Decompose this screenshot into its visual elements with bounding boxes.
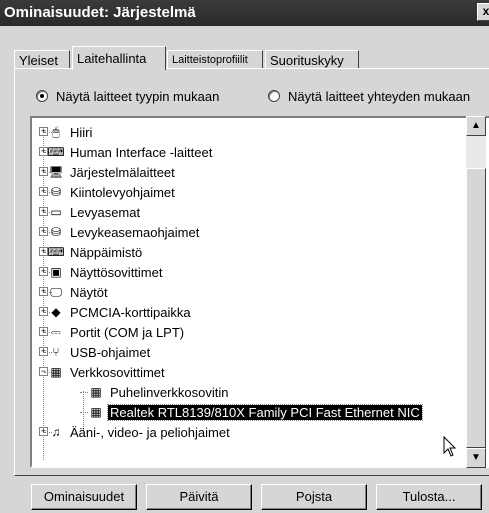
mouse-pointer-icon — [443, 436, 457, 457]
remove-button[interactable]: Pojsta — [261, 484, 367, 510]
tab-performance[interactable]: Suorituskyky — [265, 50, 359, 69]
tree-child-item[interactable]: ▦ Puhelinverkkosovitin — [80, 382, 231, 402]
tree-connector-branch — [44, 332, 52, 333]
tree-connector-branch — [44, 152, 52, 153]
tree-item-label: Levykeasemaohjaimet — [70, 224, 200, 240]
tree-connector-branch — [44, 212, 52, 213]
tree-item-label: Kiintolevyohjaimet — [70, 184, 175, 200]
tree-connector-branch — [80, 392, 88, 393]
tree-item-label: Human Interface -laitteet — [70, 144, 213, 160]
tree-item-label: Realtek RTL8139/810X Family PCI Fast Eth… — [107, 403, 423, 421]
tree-child-item[interactable]: ▦ Realtek RTL8139/810X Family PCI Fast Et… — [80, 402, 423, 422]
tree-category-item[interactable]: + 🖵 Näytöt — [39, 282, 110, 302]
radio-by-connection[interactable] — [268, 90, 280, 102]
tree-category-item[interactable]: − ▦ Verkkosovittimet — [39, 362, 167, 382]
window-title: Ominaisuudet: Järjestelmä — [4, 4, 196, 21]
tree-connector-branch — [44, 312, 52, 313]
tree-connector-branch — [44, 172, 52, 173]
tree-item-label: Hiiri — [70, 124, 93, 140]
tree-category-item[interactable]: + ▣ Näyttösovittimet — [39, 262, 164, 282]
tree-category-item[interactable]: + ◆ PCMCIA-korttipaikka — [39, 302, 193, 322]
tree-connector-branch — [44, 372, 52, 373]
tree-connector-branch — [44, 352, 52, 353]
scroll-down-button[interactable]: ▼ — [466, 448, 486, 468]
tree-connector-branch — [44, 292, 52, 293]
tree-item-label: PCMCIA-korttipaikka — [70, 304, 191, 320]
device-tree[interactable]: + 🖱 Hiiri + ⌨ Human Interface -laitteet + 🖥 Järj… — [30, 116, 489, 468]
tab-general[interactable]: Yleiset — [14, 50, 70, 69]
tree-category-item[interactable]: + ⛁ Kiintolevyohjaimet — [39, 182, 177, 202]
tree-category-item[interactable]: + ⌨ Näppäimistö — [39, 242, 144, 262]
tree-category-item[interactable]: + ♫ Ääni-, video- ja peliohjaimet — [39, 422, 232, 442]
tree-item-label: Ääni-, video- ja peliohjaimet — [70, 424, 230, 440]
close-button[interactable]: x — [477, 3, 489, 21]
tree-category-item[interactable]: + 🖱 Hiiri — [39, 122, 94, 142]
tree-connector-branch — [44, 252, 52, 253]
tree-item-label: Näyttösovittimet — [70, 264, 163, 280]
title-bar: Ominaisuudet: Järjestelmä x — [0, 0, 489, 26]
tree-category-item[interactable]: + ▭ Levyasemat — [39, 202, 142, 222]
tree-category-item[interactable]: + ⛁ Levykeasemaohjaimet — [39, 222, 201, 242]
view-by-type-label: Näytä laitteet tyypin mukaan — [56, 88, 220, 104]
tree-connector-branch — [80, 412, 88, 413]
tree-connector-branch — [44, 192, 52, 193]
view-by-connection-label: Näytä laitteet yhteyden mukaan — [288, 88, 471, 104]
network-adapter-icon: ▦ — [90, 405, 102, 419]
tree-item-label: Näytöt — [70, 284, 108, 300]
tree-connector-branch — [44, 432, 52, 433]
tree-category-item[interactable]: + ⌨ Human Interface -laitteet — [39, 142, 214, 162]
tree-item-label: Näppäimistö — [70, 244, 143, 260]
tree-category-item[interactable]: + 🖥 Järjestelmälaitteet — [39, 162, 177, 182]
tree-item-label: Levyasemat — [70, 204, 141, 220]
network-adapter-icon: ▦ — [90, 385, 102, 399]
tab-device-manager[interactable]: Laitehallinta — [72, 46, 166, 70]
tree-connector-branch — [44, 272, 52, 273]
tree-item-label: Verkkosovittimet — [70, 364, 165, 380]
tree-connector-branch — [44, 132, 52, 133]
scroll-up-button[interactable]: ▲ — [466, 116, 486, 136]
tree-category-item[interactable]: + ⎓ Portit (COM ja LPT) — [39, 322, 186, 342]
tree-item-label: Järjestelmälaitteet — [70, 164, 175, 180]
refresh-button[interactable]: Päivitä — [146, 484, 252, 510]
tree-item-label: USB-ohjaimet — [70, 344, 151, 360]
tree-item-label: Puhelinverkkosovitin — [110, 384, 229, 400]
view-by-type-option[interactable]: Näytä laitteet tyypin mukaan — [36, 87, 219, 105]
tree-item-label: Portit (COM ja LPT) — [70, 324, 185, 340]
tree-connector-branch — [44, 232, 52, 233]
scroll-thumb[interactable] — [466, 168, 486, 448]
view-by-connection-option[interactable]: Näytä laitteet yhteyden mukaan — [268, 87, 470, 105]
tab-hardware-profiles[interactable]: Laitteistoprofiilit — [167, 50, 263, 69]
vertical-scrollbar[interactable]: ▲ ▼ — [466, 116, 486, 468]
properties-button[interactable]: Ominaisuudet — [31, 484, 137, 510]
tree-category-item[interactable]: + ⑂ USB-ohjaimet — [39, 342, 152, 362]
radio-by-type[interactable] — [36, 90, 48, 102]
print-button[interactable]: Tulosta... — [376, 484, 482, 510]
